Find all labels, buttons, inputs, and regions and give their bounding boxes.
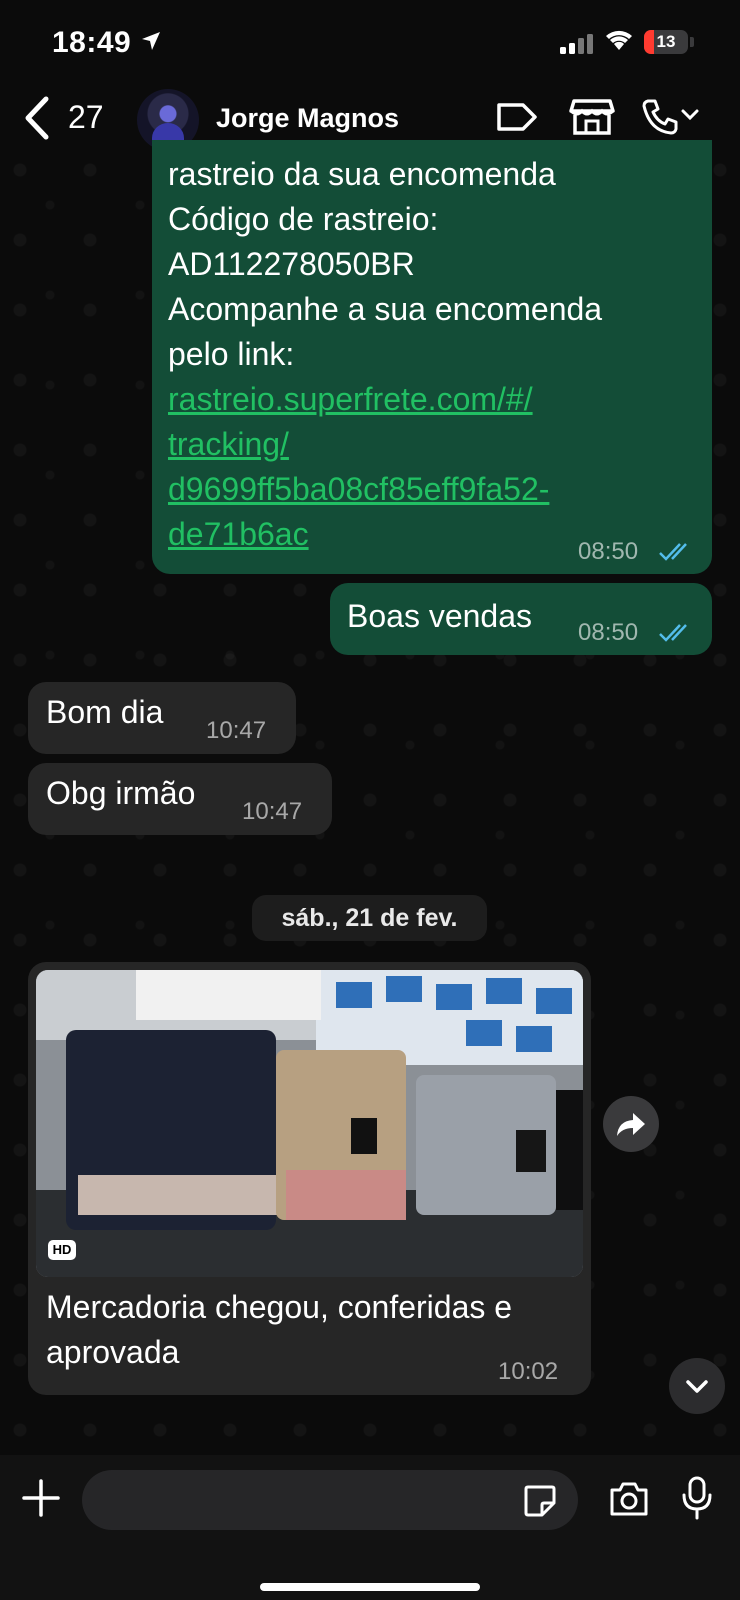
sticker-icon[interactable] — [522, 1483, 558, 1519]
battery-level: 13 — [656, 32, 676, 51]
hd-badge: HD — [48, 1240, 76, 1260]
contact-name[interactable]: Jorge Magnos — [216, 103, 399, 134]
status-time: 18:49 — [52, 26, 132, 59]
merchandise-photo — [36, 970, 583, 1277]
tracking-link[interactable]: de71b6ac — [168, 512, 309, 556]
mic-icon[interactable] — [680, 1475, 714, 1521]
chevron-down-icon — [686, 1380, 708, 1393]
home-indicator — [260, 1583, 480, 1591]
message-time: 08:50 — [578, 619, 639, 646]
plus-icon[interactable] — [20, 1477, 62, 1519]
message-time: 10:47 — [242, 798, 303, 825]
message-time: 10:47 — [206, 717, 267, 744]
camera-icon[interactable] — [608, 1480, 650, 1518]
date-separator: sáb., 21 de fev. — [252, 895, 487, 941]
forward-button[interactable] — [603, 1096, 659, 1152]
message-text: Bom dia — [46, 694, 164, 730]
unread-count[interactable]: 27 — [68, 99, 104, 136]
tracking-link[interactable]: d9699ff5ba08cf85eff9fa52- — [168, 467, 549, 511]
tracking-link[interactable]: rastreio.superfrete.com/#/ — [168, 377, 533, 421]
chevron-down-icon[interactable] — [680, 107, 700, 123]
store-icon[interactable] — [569, 97, 615, 137]
message-input-bar — [0, 1455, 740, 1600]
tracking-code: AD112278050BR — [168, 246, 415, 282]
message-text: Boas vendas — [347, 598, 533, 634]
location-arrow-icon — [142, 32, 160, 50]
message-line: rastreio da sua encomenda — [168, 156, 556, 192]
message-line: Acompanhe a sua encomenda — [168, 291, 603, 327]
message-text: Obg irmão — [46, 775, 196, 811]
forward-icon — [617, 1113, 645, 1136]
battery-indicator: 13 — [644, 30, 688, 54]
label-tag-icon[interactable] — [493, 97, 539, 137]
cellular-signal-icon — [560, 34, 593, 54]
message-input[interactable] — [82, 1470, 578, 1530]
message-line: Código de rastreio: — [168, 201, 439, 237]
read-ticks-icon — [659, 543, 687, 561]
tracking-link[interactable]: tracking/ — [168, 422, 289, 466]
wifi-icon — [606, 30, 632, 50]
photo-caption-line: Mercadoria chegou, conferidas e — [46, 1289, 513, 1325]
scroll-to-bottom-button[interactable] — [669, 1358, 725, 1414]
phone-icon[interactable] — [640, 97, 680, 137]
message-time: 10:02 — [498, 1358, 559, 1385]
message-line: pelo link: — [168, 336, 295, 372]
photo-attachment[interactable]: HD — [36, 970, 583, 1277]
message-time: 08:50 — [578, 538, 639, 565]
photo-caption-line: aprovada — [46, 1334, 180, 1370]
read-ticks-icon — [659, 624, 687, 642]
status-bar: 18:49 13 — [0, 0, 740, 85]
